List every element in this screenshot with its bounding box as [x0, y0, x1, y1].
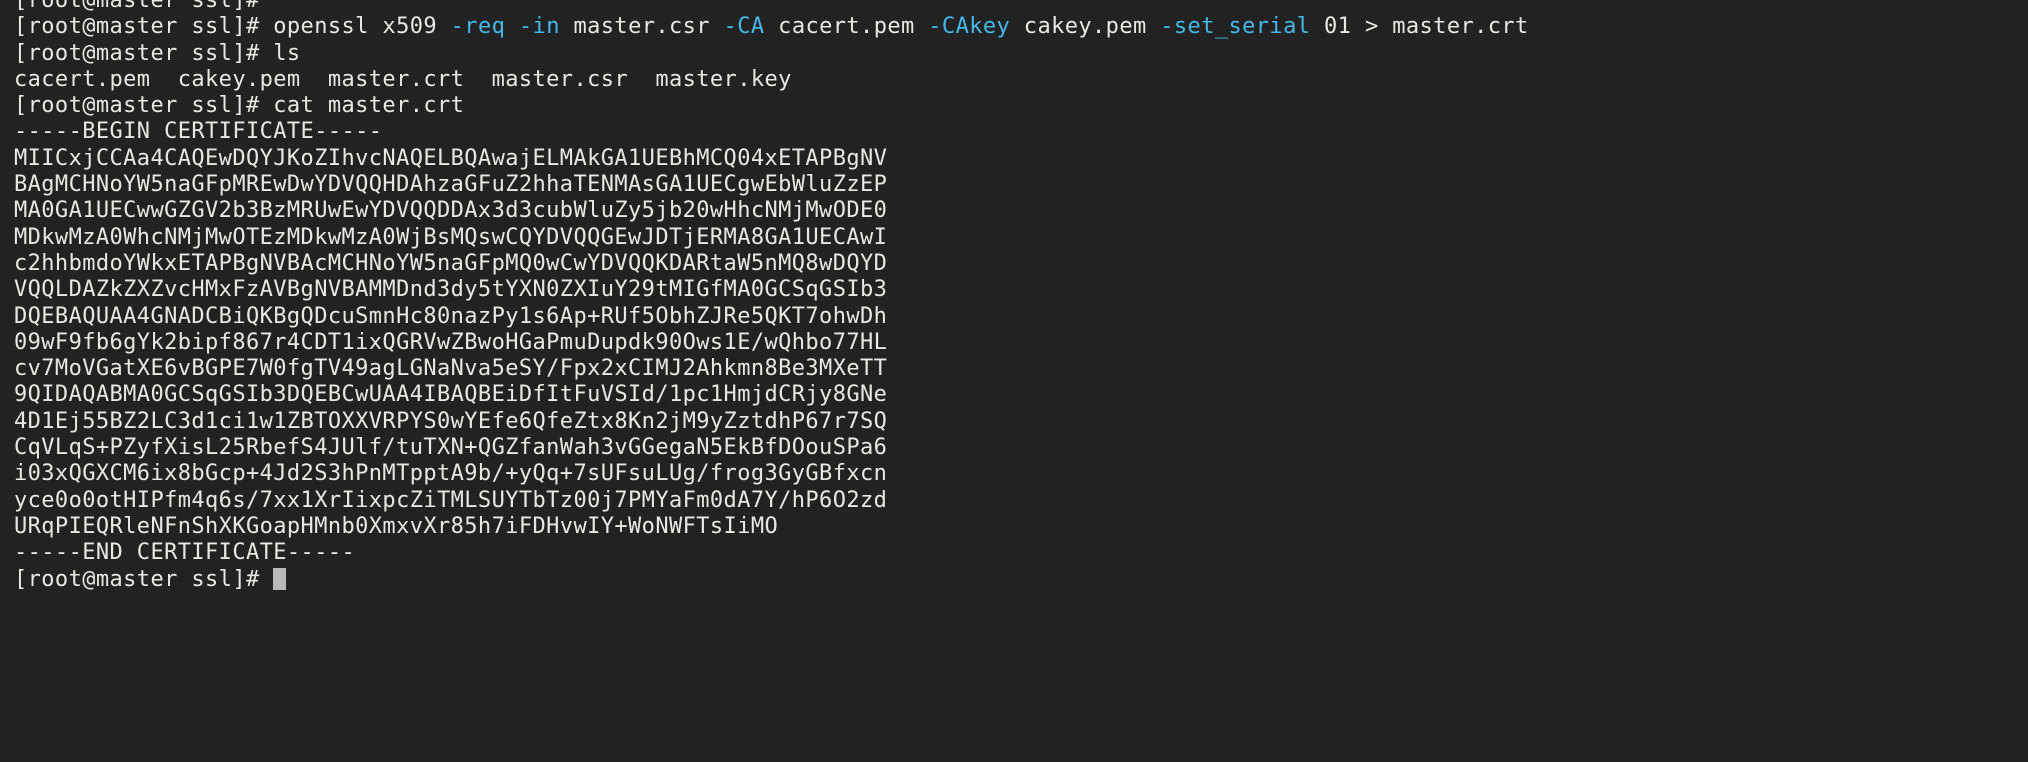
line-7-b64: BAgMCHNoYW5naGFpMREwDwYDVQQHDAhzaGFuZ2hh…: [14, 172, 2028, 198]
terminal-text: 01 > master.crt: [1310, 14, 1529, 40]
terminal-text: MA0GA1UECwwGZGV2b3BzMRUwEwYDVQQDDAx3d3cu…: [14, 198, 888, 224]
terminal-text: yce0o0otHIPfm4q6s/7xx1XrIixpcZiTMLSUYTbT…: [14, 487, 888, 513]
line-3-ls-output: cacert.pem cakey.pem master.crt master.c…: [14, 67, 2028, 93]
terminal-text: cacert.pem: [764, 14, 929, 40]
command-flag: -CAkey: [928, 14, 1011, 40]
terminal-text: c2hhbmdoYWkxETAPBgNVBAcMCHNoYW5naGFpMQ0w…: [14, 250, 888, 276]
line-14-b64: cv7MoVGatXE6vBGPE7W0fgTV49agLGNaNva5eSY/…: [14, 356, 2028, 382]
terminal-text: cacert.pem cakey.pem master.crt master.c…: [14, 66, 792, 92]
terminal-text: 09wF9fb6gYk2bipf867r4CDT1ixQGRVwZBwoHGaP…: [14, 329, 888, 355]
line-16-b64: 4D1Ej55BZ2LC3d1ci1w1ZBTOXXVRPYS0wYEfe6Qf…: [14, 409, 2028, 435]
terminal-text: URqPIEQRleNFnShXKGoapHMnb0XmxvXr85h7iFDH…: [14, 513, 779, 539]
terminal-text: -----BEGIN CERTIFICATE-----: [14, 119, 383, 145]
terminal-window[interactable]: [root@master ssl]# [root@master ssl]# op…: [0, 0, 2028, 762]
terminal-text: VQQLDAZkZXZvcHMxFzAVBgNVBAMMDnd3dy5tYXN0…: [14, 277, 888, 303]
line-22-final-prompt: [root@master ssl]#: [14, 567, 2028, 593]
line-9-b64: MDkwMzA0WhcNMjMwOTEzMDkwMzA0WjBsMQswCQYD…: [14, 225, 2028, 251]
line-10-b64: c2hhbmdoYWkxETAPBgNVBAcMCHNoYW5naGFpMQ0w…: [14, 251, 2028, 277]
terminal-text: cakey.pem: [1010, 14, 1161, 40]
terminal-text: 9QIDAQABMA0GCSqGSIb3DQEBCwUAA4IBAQBEiDfI…: [14, 382, 888, 408]
terminal-text: [root@master ssl]# cat master.crt: [14, 93, 465, 119]
terminal-text: MIICxjCCAa4CAQEwDQYJKoZIhvcNAQELBQAwajEL…: [14, 145, 888, 171]
terminal-text: BAgMCHNoYW5naGFpMREwDwYDVQQHDAhzaGFuZ2hh…: [14, 172, 888, 198]
terminal-screen: [root@master ssl]# [root@master ssl]# op…: [14, 0, 2028, 593]
line-2-ls-command: [root@master ssl]# ls: [14, 41, 2028, 67]
terminal-text: MDkwMzA0WhcNMjMwOTEzMDkwMzA0WjBsMQswCQYD…: [14, 224, 888, 250]
line-13-b64: 09wF9fb6gYk2bipf867r4CDT1ixQGRVwZBwoHGaP…: [14, 330, 2028, 356]
line-20-b64: URqPIEQRleNFnShXKGoapHMnb0XmxvXr85h7iFDH…: [14, 514, 2028, 540]
terminal-text: cv7MoVGatXE6vBGPE7W0fgTV49agLGNaNva5eSY/…: [14, 356, 888, 382]
line-1-openssl-command: [root@master ssl]# openssl x509 -req -in…: [14, 14, 2028, 40]
terminal-text: -----END CERTIFICATE-----: [14, 540, 356, 566]
line-0-partial-prompt: [root@master ssl]#: [14, 0, 2028, 14]
terminal-text: 4D1Ej55BZ2LC3d1ci1w1ZBTOXXVRPYS0wYEfe6Qf…: [14, 408, 888, 434]
line-5-begin-certificate: -----BEGIN CERTIFICATE-----: [14, 119, 2028, 145]
terminal-text: i03xQGXCM6ix8bGcp+4Jd2S3hPnMTpptA9b/+yQq…: [14, 461, 888, 487]
line-4-cat-command: [root@master ssl]# cat master.crt: [14, 93, 2028, 119]
line-11-b64: VQQLDAZkZXZvcHMxFzAVBgNVBAMMDnd3dy5tYXN0…: [14, 277, 2028, 303]
line-15-b64: 9QIDAQABMA0GCSqGSIb3DQEBCwUAA4IBAQBEiDfI…: [14, 382, 2028, 408]
terminal-text: [root@master ssl]#: [14, 566, 274, 592]
line-21-end-certificate: -----END CERTIFICATE-----: [14, 540, 2028, 566]
line-17-b64: CqVLqS+PZyfXisL25RbefS4JUlf/tuTXN+QGZfan…: [14, 435, 2028, 461]
line-12-b64: DQEBAQUAA4GNADCBiQKBgQDcuSmnHc80nazPy1s6…: [14, 304, 2028, 330]
command-flag: -in: [518, 14, 560, 40]
line-18-b64: i03xQGXCM6ix8bGcp+4Jd2S3hPnMTpptA9b/+yQq…: [14, 461, 2028, 487]
line-8-b64: MA0GA1UECwwGZGV2b3BzMRUwEwYDVQQDDAx3d3cu…: [14, 198, 2028, 224]
terminal-text: [root@master ssl]# openssl x509: [14, 14, 451, 40]
command-flag: -set_serial: [1160, 14, 1311, 40]
terminal-text: DQEBAQUAA4GNADCBiQKBgQDcuSmnHc80nazPy1s6…: [14, 303, 888, 329]
terminal-text: [root@master ssl]# ls: [14, 40, 301, 66]
terminal-text: CqVLqS+PZyfXisL25RbefS4JUlf/tuTXN+QGZfan…: [14, 435, 888, 461]
command-flag: -req: [450, 14, 506, 40]
line-19-b64: yce0o0otHIPfm4q6s/7xx1XrIixpcZiTMLSUYTbT…: [14, 488, 2028, 514]
terminal-text: [root@master ssl]#: [14, 0, 274, 13]
command-flag: -CA: [723, 14, 765, 40]
text-cursor: [273, 567, 287, 590]
line-6-b64: MIICxjCCAa4CAQEwDQYJKoZIhvcNAQELBQAwajEL…: [14, 146, 2028, 172]
terminal-text: master.csr: [559, 14, 724, 40]
